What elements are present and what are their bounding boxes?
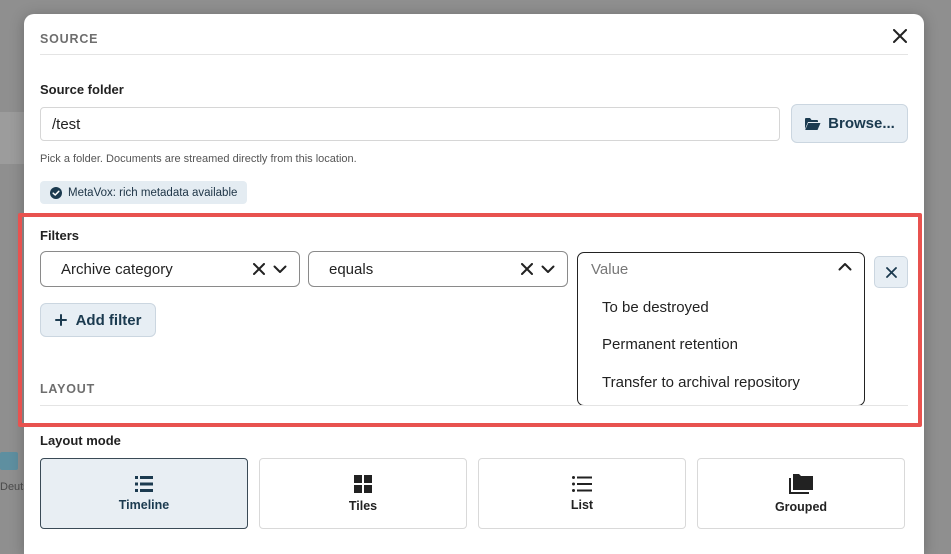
- filter-value-select[interactable]: Value To be destroyed Permanent retentio…: [577, 252, 865, 406]
- layout-mode-timeline[interactable]: Timeline: [40, 458, 248, 529]
- remove-filter-button[interactable]: [874, 256, 908, 288]
- browse-button[interactable]: Browse...: [791, 104, 908, 143]
- backdrop-strip: [0, 112, 24, 164]
- layout-divider: [40, 405, 908, 406]
- filter-operator-select[interactable]: equals: [308, 251, 568, 287]
- plus-icon: [54, 314, 67, 326]
- layout-mode-grouped-label: Grouped: [774, 499, 828, 514]
- layout-mode-tiles[interactable]: Tiles: [259, 458, 467, 529]
- list-icon: [572, 475, 592, 492]
- layout-mode-list[interactable]: List: [478, 458, 686, 529]
- filter-operator-value: equals: [329, 260, 374, 278]
- layout-mode-list-label: List: [570, 497, 594, 512]
- clear-operator-icon[interactable]: [521, 263, 533, 275]
- layout-mode-tiles-label: Tiles: [348, 498, 378, 513]
- clear-field-icon[interactable]: [253, 263, 265, 275]
- filter-field-value: Archive category: [61, 260, 173, 278]
- browse-button-label: Browse...: [828, 115, 895, 132]
- add-filter-button[interactable]: Add filter: [40, 303, 156, 337]
- timeline-list-icon: [135, 475, 153, 492]
- filters-label: Filters: [40, 228, 80, 243]
- close-button[interactable]: [888, 24, 912, 48]
- backdrop-app-icon: [0, 452, 18, 470]
- layout-mode-timeline-label: Timeline: [118, 497, 170, 512]
- filter-value-placeholder: Value: [591, 261, 629, 278]
- source-section-header: SOURCE: [40, 32, 99, 46]
- metavox-badge: MetaVox: rich metadata available: [40, 181, 248, 204]
- source-divider: [40, 54, 908, 55]
- filter-option-to-be-destroyed[interactable]: To be destroyed: [602, 299, 709, 316]
- source-folder-label: Source folder: [40, 82, 124, 97]
- add-filter-label: Add filter: [75, 311, 142, 329]
- source-folder-input[interactable]: [40, 107, 780, 141]
- close-icon: [893, 29, 907, 43]
- layout-section-header: LAYOUT: [40, 382, 96, 396]
- folder-open-icon: [805, 117, 821, 130]
- tiles-grid-icon: [354, 474, 372, 493]
- metavox-badge-label: MetaVox: rich metadata available: [68, 186, 238, 199]
- source-hint: Pick a folder. Documents are streamed di…: [40, 153, 357, 165]
- layout-mode-label: Layout mode: [40, 433, 121, 448]
- folders-icon: [789, 473, 813, 494]
- chevron-up-icon[interactable]: [838, 262, 852, 271]
- chevron-down-icon[interactable]: [273, 265, 287, 274]
- chevron-down-icon[interactable]: [541, 265, 555, 274]
- filter-option-permanent-retention[interactable]: Permanent retention: [602, 336, 738, 353]
- filter-option-transfer-archival[interactable]: Transfer to archival repository: [602, 374, 800, 391]
- filter-field-select[interactable]: Archive category: [40, 251, 300, 287]
- check-circle-icon: [50, 186, 62, 199]
- close-icon: [885, 266, 897, 278]
- layout-mode-grouped[interactable]: Grouped: [697, 458, 905, 529]
- source-dialog: SOURCE Source folder Browse... Pick a fo…: [24, 14, 924, 554]
